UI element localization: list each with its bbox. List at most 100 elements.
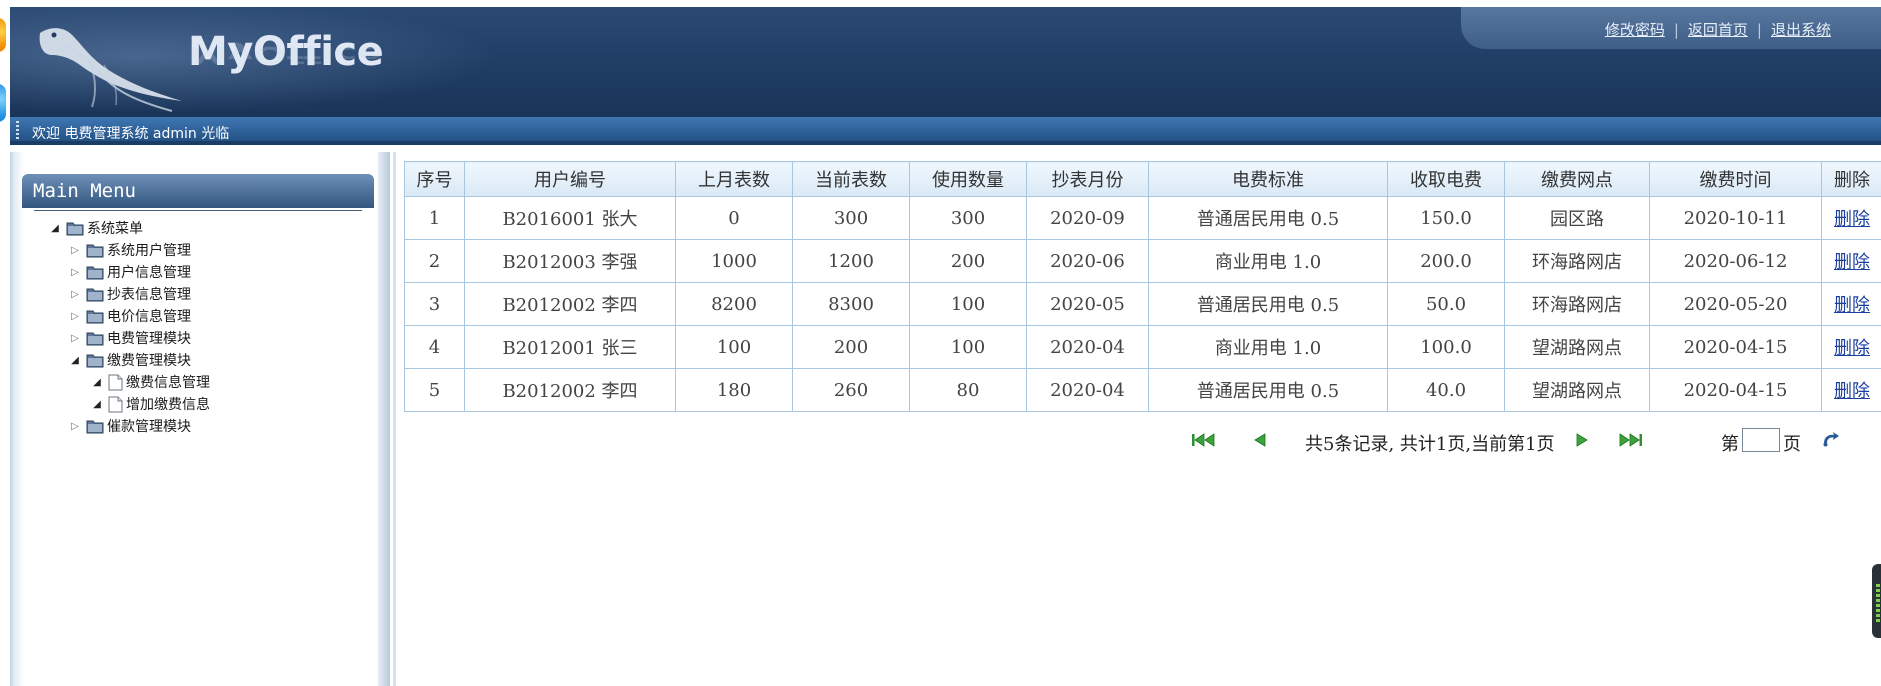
cell-index: 5	[404, 368, 465, 412]
collapsed-arrow-icon[interactable]: ▷	[68, 289, 82, 300]
collapsed-arrow-icon[interactable]: ▷	[68, 421, 82, 432]
tree-node-root[interactable]: ◢ 系统菜单	[48, 218, 143, 240]
tree-node-payment-info[interactable]: ◢ 缴费信息管理	[90, 372, 210, 394]
home-link[interactable]: 返回首页	[1688, 21, 1748, 39]
link-separator: |	[1673, 21, 1679, 39]
cell-outlet: 望湖路网点	[1504, 325, 1650, 369]
cell-usage: 80	[909, 368, 1027, 412]
folder-icon	[86, 354, 104, 368]
tree-label: 用户信息管理	[107, 265, 191, 281]
col-header: 缴费时间	[1649, 161, 1822, 197]
tree-node-meter-info[interactable]: ▷ 抄表信息管理	[68, 284, 191, 306]
menu-title: Main Menu	[33, 180, 136, 202]
page-icon	[108, 396, 123, 412]
delete-link[interactable]: 删除	[1834, 295, 1870, 316]
folder-icon	[66, 222, 84, 236]
tree-node-system-users[interactable]: ▷ 系统用户管理	[68, 240, 191, 262]
left-menu-pane: Main Menu ◢ 系统菜单 ▷ 系统用户管理 ▷ 用户信息管理 ▷ 抄表信息管理 …	[10, 152, 390, 686]
folder-icon	[86, 332, 104, 346]
collapsed-arrow-icon[interactable]: ▷	[68, 311, 82, 322]
tree-label: 抄表信息管理	[107, 287, 191, 303]
tree-node-reminder-module[interactable]: ▷ 催款管理模块	[68, 416, 191, 438]
tree-label: 系统菜单	[87, 221, 143, 237]
folder-icon	[86, 244, 104, 258]
top-links: 修改密码 | 返回首页 | 退出系统	[1605, 19, 1831, 40]
cell-pay-time: 2020-10-11	[1649, 196, 1822, 240]
welcome-bar: 欢迎 电费管理系统 admin 光临	[10, 117, 1881, 145]
link-separator: |	[1756, 21, 1762, 39]
cell-fee: 200.0	[1387, 239, 1505, 283]
cell-pay-time: 2020-06-12	[1649, 239, 1822, 283]
tree-label: 系统用户管理	[107, 243, 191, 259]
next-page-icon[interactable]	[1575, 432, 1589, 448]
table-row: 4 B2012001 张三 100 200 100 2020-04 商业用电 1…	[404, 325, 1881, 369]
table-row: 1 B2016001 张大 0 300 300 2020-09 普通居民用电 0…	[404, 196, 1881, 240]
bird-logo-icon	[39, 28, 183, 112]
delete-link[interactable]: 删除	[1834, 381, 1870, 402]
cell-delete: 删除	[1821, 282, 1881, 326]
cell-fee: 150.0	[1387, 196, 1505, 240]
menu-title-bar: Main Menu	[22, 174, 374, 208]
cell-delete: 删除	[1821, 325, 1881, 369]
tree-label: 电价信息管理	[107, 309, 191, 325]
table-header-row: 序号 用户编号 上月表数 当前表数 使用数量 抄表月份 电费标准 收取电费 缴费…	[404, 161, 1881, 197]
col-header: 使用数量	[909, 161, 1027, 197]
page-suffix: 页	[1783, 434, 1801, 455]
desktop-orange-icon[interactable]	[0, 18, 6, 52]
cell-delete: 删除	[1821, 368, 1881, 412]
change-password-link[interactable]: 修改密码	[1605, 21, 1665, 39]
side-widget[interactable]	[1872, 564, 1881, 638]
pager: 共5条记录, 共计1页,当前第1页 第 页	[1191, 428, 1881, 455]
logo-reflection: MyOffice	[188, 41, 384, 67]
collapsed-arrow-icon[interactable]: ▷	[68, 267, 82, 278]
delete-link[interactable]: 删除	[1834, 209, 1870, 230]
tree-node-price-info[interactable]: ▷ 电价信息管理	[68, 306, 191, 328]
tree-node-fee-module[interactable]: ▷ 电费管理模块	[68, 328, 191, 350]
page-number-input[interactable]	[1742, 428, 1780, 452]
tree-node-payment-module[interactable]: ◢ 缴费管理模块	[68, 350, 191, 372]
cell-outlet: 环海路网店	[1504, 282, 1650, 326]
go-refresh-icon[interactable]	[1821, 431, 1841, 449]
col-header: 缴费网点	[1504, 161, 1650, 197]
expanded-arrow-icon: ◢	[93, 376, 101, 388]
cell-current-reading: 300	[792, 196, 910, 240]
main-content: 序号 用户编号 上月表数 当前表数 使用数量 抄表月份 电费标准 收取电费 缴费…	[393, 152, 1881, 686]
delete-link[interactable]: 删除	[1834, 338, 1870, 359]
expanded-arrow-icon[interactable]: ◢	[68, 355, 82, 366]
delete-link[interactable]: 删除	[1834, 252, 1870, 273]
cell-usage: 200	[909, 239, 1027, 283]
cell-usage: 300	[909, 196, 1027, 240]
cell-last-reading: 1000	[675, 239, 793, 283]
expanded-arrow-icon: ◢	[93, 398, 101, 410]
tree-node-add-payment[interactable]: ◢ 增加缴费信息	[90, 394, 210, 416]
left-pane-divider[interactable]	[378, 152, 390, 686]
collapsed-arrow-icon[interactable]: ▷	[68, 333, 82, 344]
collapsed-arrow-icon[interactable]: ▷	[68, 245, 82, 256]
folder-icon	[86, 420, 104, 434]
welcome-shade	[10, 141, 1881, 145]
expanded-arrow-icon[interactable]: ◢	[48, 223, 62, 234]
page-icon	[108, 374, 123, 390]
prev-page-icon[interactable]	[1253, 432, 1267, 448]
cell-month: 2020-06	[1026, 239, 1149, 283]
cell-index: 2	[404, 239, 465, 283]
desktop-blue-icon[interactable]	[0, 84, 6, 122]
first-page-icon[interactable]	[1191, 432, 1217, 448]
last-page-icon[interactable]	[1617, 432, 1643, 448]
cell-current-reading: 260	[792, 368, 910, 412]
table-row: 3 B2012002 李四 8200 8300 100 2020-05 普通居民…	[404, 282, 1881, 326]
col-header: 收取电费	[1387, 161, 1505, 197]
tree-label: 电费管理模块	[107, 331, 191, 347]
logout-link[interactable]: 退出系统	[1771, 21, 1831, 39]
cell-delete: 删除	[1821, 196, 1881, 240]
widget-level-bars	[1876, 584, 1880, 624]
cell-outlet: 园区路	[1504, 196, 1650, 240]
cell-rate: 普通居民用电 0.5	[1148, 282, 1388, 326]
tree-node-user-info[interactable]: ▷ 用户信息管理	[68, 262, 191, 284]
col-header: 抄表月份	[1026, 161, 1149, 197]
menu-divider	[34, 210, 362, 211]
col-header: 当前表数	[792, 161, 910, 197]
table-row: 5 B2012002 李四 180 260 80 2020-04 普通居民用电 …	[404, 368, 1881, 412]
cell-pay-time: 2020-04-15	[1649, 325, 1822, 369]
tree-label: 催款管理模块	[107, 419, 191, 435]
